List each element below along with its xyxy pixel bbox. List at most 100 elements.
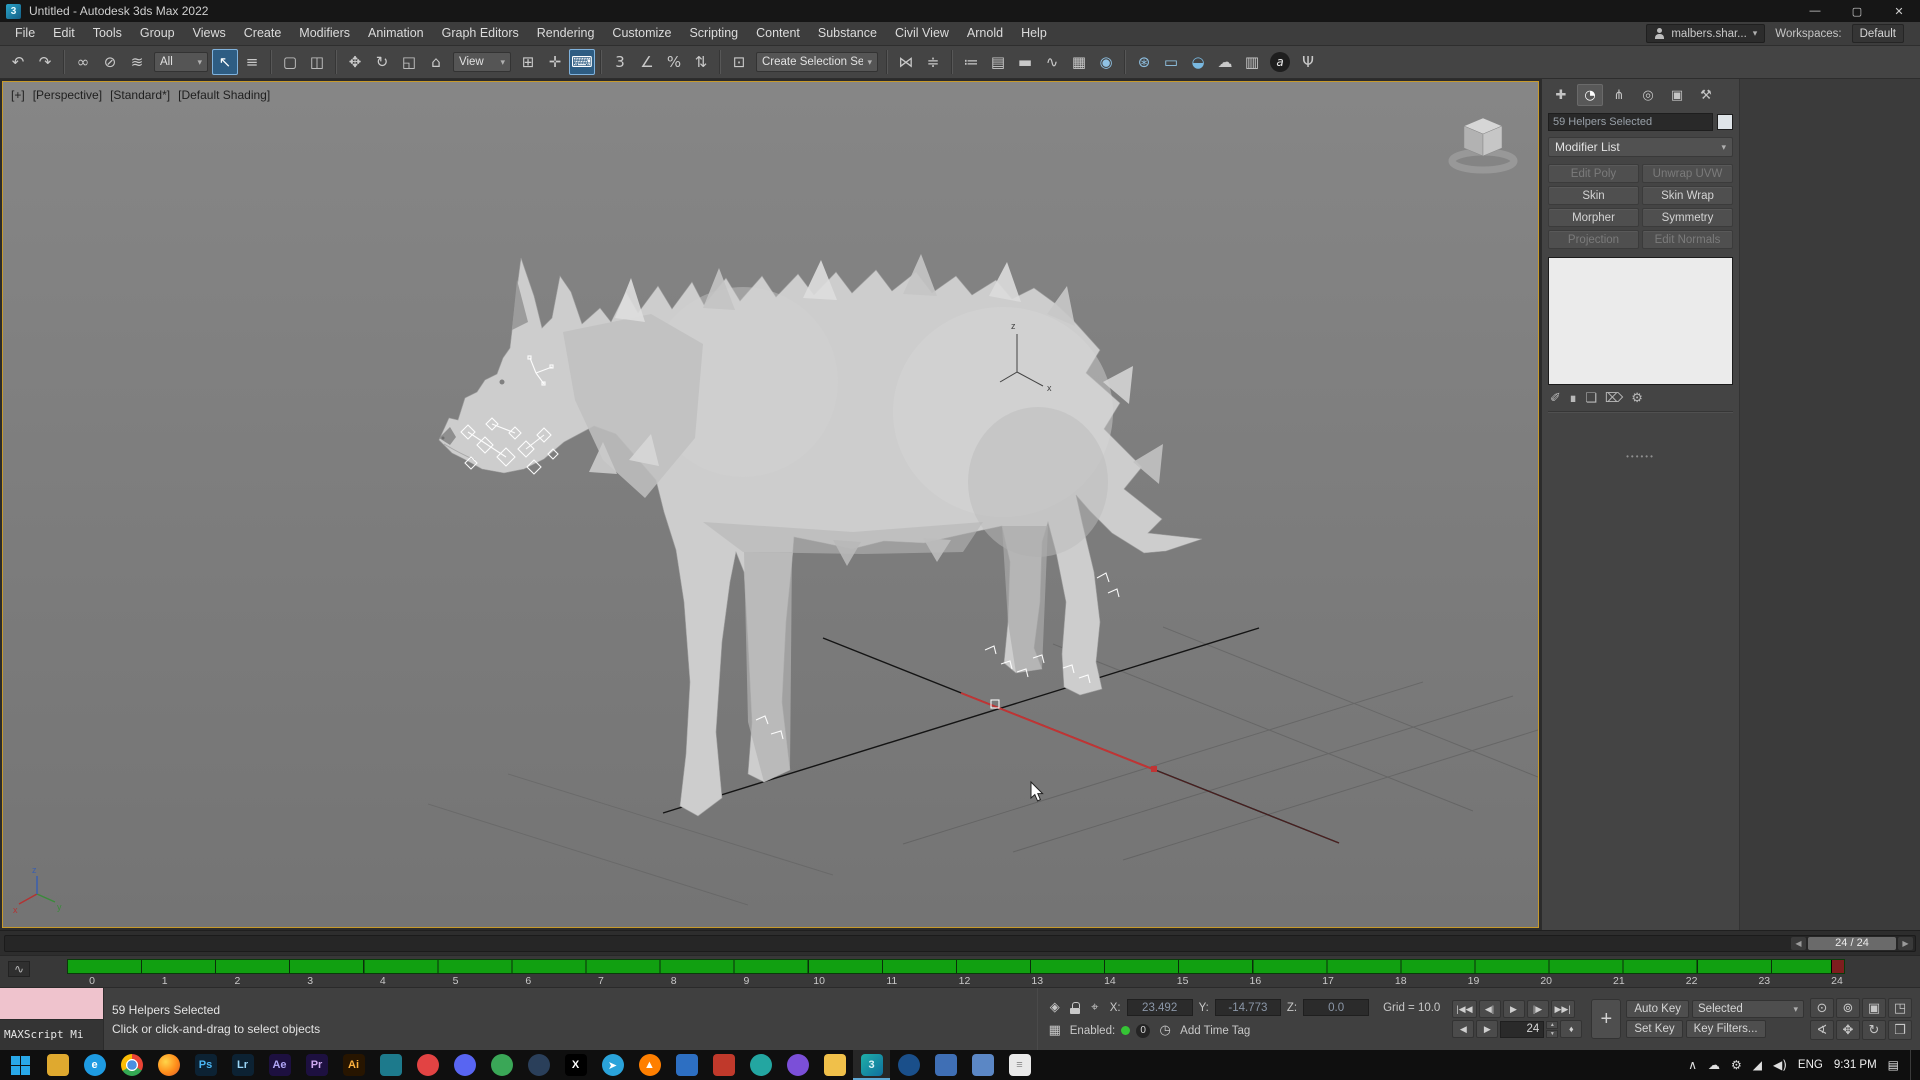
object-name-field[interactable]: 59 Helpers Selected <box>1548 113 1713 131</box>
close-button[interactable]: ✕ <box>1878 0 1920 22</box>
mirror-icon[interactable]: ⋈ <box>893 49 919 75</box>
menu-item-create[interactable]: Create <box>235 22 291 45</box>
next-frame-arrow[interactable]: ▶ <box>1898 937 1913 950</box>
mini-listener-pane[interactable]: MAXScript Mi <box>0 1020 103 1051</box>
taskbar-app-purple[interactable] <box>779 1050 816 1080</box>
modifier-button-unwrap-uvw[interactable]: Unwrap UVW <box>1642 164 1733 183</box>
action-center-icon[interactable]: ▤ <box>1888 1058 1899 1072</box>
select-and-manipulate-icon[interactable]: ✛ <box>542 49 568 75</box>
object-color-swatch[interactable] <box>1717 114 1733 130</box>
play-animation-button[interactable]: ▶ <box>1503 1000 1525 1018</box>
taskbar-app-teal[interactable] <box>372 1050 409 1080</box>
modifier-button-projection[interactable]: Projection <box>1548 230 1639 249</box>
frame-label-15[interactable]: 15 <box>1177 975 1189 987</box>
select-and-link-icon[interactable]: ∞ <box>70 49 96 75</box>
arnold-renderview-icon[interactable]: a <box>1270 52 1290 72</box>
tray-network-icon[interactable]: ◢ <box>1753 1058 1762 1072</box>
next-key-button[interactable]: ▶ <box>1476 1020 1498 1038</box>
previous-key-button[interactable]: ◀ <box>1452 1020 1474 1038</box>
time-slider-track[interactable]: ◀ 24 / 24 ▶ <box>4 935 1916 952</box>
render-history-icon[interactable]: ▥ <box>1239 49 1265 75</box>
absolute-offset-mode-icon[interactable]: ⌖ <box>1086 999 1104 1017</box>
maxscript-mini-listener[interactable]: MAXScript Mi <box>0 988 104 1050</box>
taskbar-premiere[interactable]: Pr <box>298 1050 335 1080</box>
frame-label-0[interactable]: 0 <box>89 975 95 987</box>
material-editor-icon[interactable]: ◉ <box>1093 49 1119 75</box>
frame-label-19[interactable]: 19 <box>1468 975 1480 987</box>
taskbar-after-effects[interactable]: Ae <box>261 1050 298 1080</box>
create-tab[interactable]: ✚ <box>1548 84 1574 106</box>
taskbar-app-teal2[interactable] <box>742 1050 779 1080</box>
viewport-render-preset-menu[interactable]: [Standard*] <box>110 88 170 102</box>
taskbar-app-red[interactable] <box>409 1050 446 1080</box>
show-desktop-button[interactable] <box>1910 1050 1916 1080</box>
taskbar-steam[interactable] <box>520 1050 557 1080</box>
panel-grip[interactable]: •••••• <box>1548 412 1733 461</box>
field-of-view-icon[interactable]: ∢ <box>1810 1020 1834 1040</box>
modifier-button-symmetry[interactable]: Symmetry <box>1642 208 1733 227</box>
frame-label-11[interactable]: 11 <box>886 975 897 987</box>
angle-snap-icon[interactable]: ∠ <box>634 49 660 75</box>
current-frame-marker[interactable] <box>1831 960 1844 973</box>
frame-label-17[interactable]: 17 <box>1322 975 1334 987</box>
selection-set-dropdown[interactable]: Selected ▾ <box>1692 1000 1804 1018</box>
menu-item-modifiers[interactable]: Modifiers <box>290 22 359 45</box>
frame-label-13[interactable]: 13 <box>1031 975 1043 987</box>
modifier-button-skin[interactable]: Skin <box>1548 186 1639 205</box>
menu-item-substance[interactable]: Substance <box>809 22 886 45</box>
modify-tab[interactable]: ◔ <box>1577 84 1603 106</box>
taskbar-chrome[interactable] <box>113 1050 150 1080</box>
menu-item-rendering[interactable]: Rendering <box>528 22 604 45</box>
zoom-extents-icon[interactable]: ▣ <box>1862 998 1886 1018</box>
frame-label-4[interactable]: 4 <box>380 975 386 987</box>
spinner-snap-icon[interactable]: ⇅ <box>688 49 714 75</box>
viewport-pov-menu[interactable]: [Perspective] <box>33 88 102 102</box>
modifier-stack[interactable] <box>1548 257 1733 385</box>
schematic-view-icon[interactable]: ▦ <box>1066 49 1092 75</box>
next-frame-button[interactable]: |▶ <box>1527 1000 1549 1018</box>
keyboard-shortcut-override-icon[interactable]: ⌨ <box>569 49 595 75</box>
menu-item-views[interactable]: Views <box>184 22 235 45</box>
viewport-shading-menu[interactable]: [Default Shading] <box>178 88 270 102</box>
frame-label-23[interactable]: 23 <box>1758 975 1770 987</box>
key-mode-toggle-icon[interactable]: ♦ <box>1560 1020 1582 1038</box>
maximize-button[interactable]: ▢ <box>1836 0 1878 22</box>
frame-label-9[interactable]: 9 <box>743 975 749 987</box>
frame-label-24[interactable]: 24 <box>1831 975 1843 987</box>
rectangular-selection-region-icon[interactable]: ▢ <box>277 49 303 75</box>
workspace-dropdown[interactable]: Default <box>1852 24 1904 43</box>
render-production-icon[interactable]: ◒ <box>1185 49 1211 75</box>
menu-item-file[interactable]: File <box>6 22 44 45</box>
toggle-scene-explorer-icon[interactable]: ≔ <box>958 49 984 75</box>
selection-lock-icon[interactable] <box>1070 1002 1080 1014</box>
taskbar-3ds-max[interactable]: 3 <box>853 1050 890 1080</box>
frame-label-1[interactable]: 1 <box>162 975 168 987</box>
reference-coordinate-system-dropdown[interactable]: View▾ <box>453 52 511 72</box>
frame-label-10[interactable]: 10 <box>813 975 825 987</box>
frame-label-3[interactable]: 3 <box>307 975 313 987</box>
perspective-viewport[interactable]: [+] [Perspective] [Standard*] [Default S… <box>2 81 1539 928</box>
menu-item-civil-view[interactable]: Civil View <box>886 22 958 45</box>
bind-to-space-warp-icon[interactable]: ≋ <box>124 49 150 75</box>
menu-item-edit[interactable]: Edit <box>44 22 84 45</box>
taskbar-app-green[interactable] <box>483 1050 520 1080</box>
go-to-end-button[interactable]: ▶▶| <box>1551 1000 1575 1018</box>
rendered-frame-window-icon[interactable]: ▭ <box>1158 49 1184 75</box>
menu-item-content[interactable]: Content <box>747 22 809 45</box>
frame-label-8[interactable]: 8 <box>671 975 677 987</box>
select-and-rotate-icon[interactable]: ↻ <box>369 49 395 75</box>
render-setup-icon[interactable]: ⊛ <box>1131 49 1157 75</box>
percent-snap-icon[interactable]: % <box>661 49 687 75</box>
taskbar-telegram[interactable]: ➤ <box>594 1050 631 1080</box>
taskbar-app-red2[interactable] <box>705 1050 742 1080</box>
frame-label-6[interactable]: 6 <box>525 975 531 987</box>
auto-key-button[interactable]: Auto Key <box>1626 1000 1689 1018</box>
previous-frame-button[interactable]: ◀| <box>1479 1000 1501 1018</box>
y-coordinate-field[interactable]: -14.773 <box>1215 999 1281 1016</box>
remove-modifier-icon[interactable]: ⌦ <box>1605 391 1623 406</box>
use-pivot-point-center-icon[interactable]: ⊞ <box>515 49 541 75</box>
menu-item-graph-editors[interactable]: Graph Editors <box>433 22 528 45</box>
align-icon[interactable]: ≑ <box>920 49 946 75</box>
menu-item-help[interactable]: Help <box>1012 22 1056 45</box>
pin-stack-icon[interactable]: ✐ <box>1550 391 1561 406</box>
